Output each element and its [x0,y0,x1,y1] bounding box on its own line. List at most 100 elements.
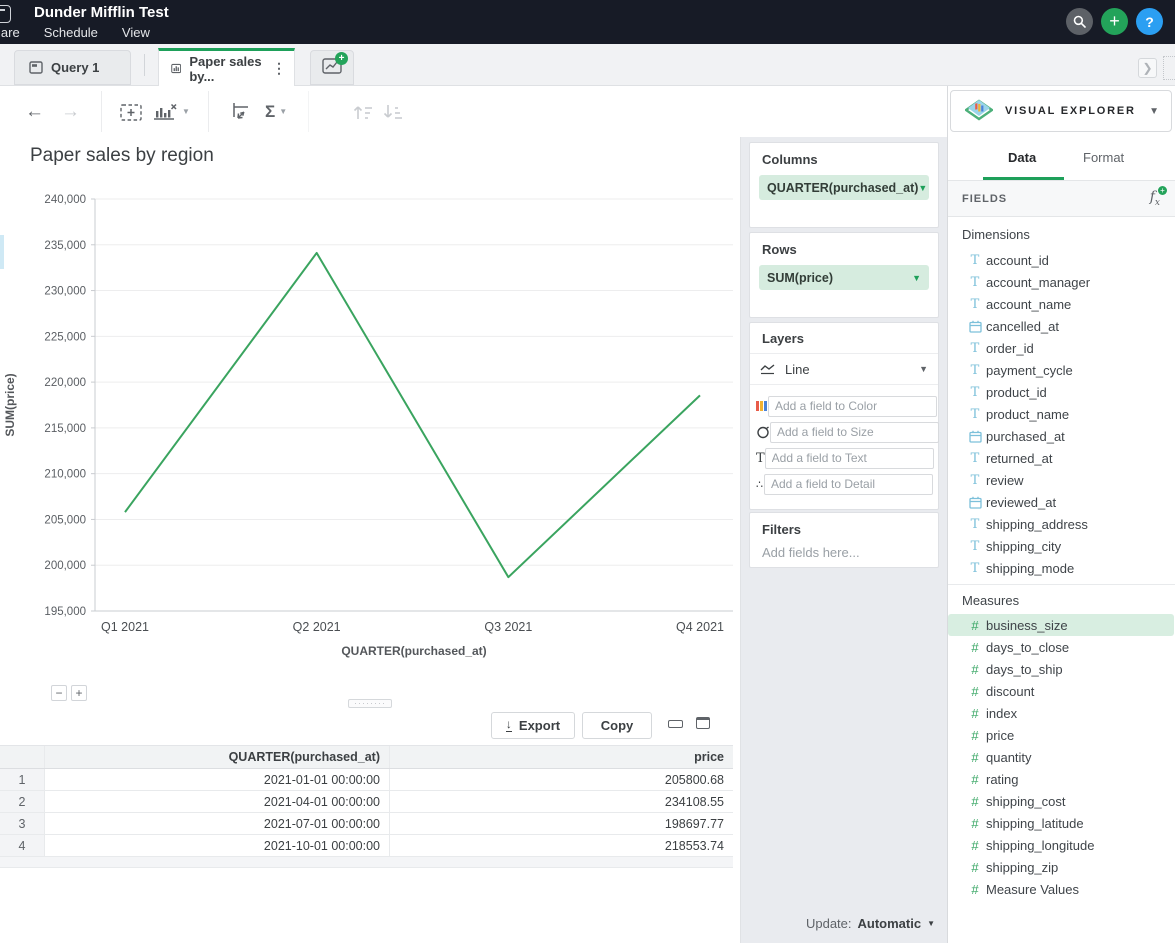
aggregate-sigma-icon[interactable]: Σ ▼ [265,86,287,137]
table-header-cell[interactable] [0,746,45,768]
number-field-icon: # [967,662,983,677]
filters-placeholder[interactable]: Add fields here... [750,537,938,560]
field-item-shipping_latitude[interactable]: #shipping_latitude [948,812,1175,834]
filters-title: Filters [750,513,938,537]
chevron-down-icon[interactable]: ▼ [927,919,935,928]
menu-item-view[interactable]: View [122,25,150,40]
size-icon [756,425,770,439]
table-cell: 205800.68 [390,769,733,790]
chevron-down-icon[interactable]: ▼ [918,183,927,193]
menu-item-share[interactable]: Share [0,25,20,40]
table-cell: 4 [0,835,45,856]
chevron-down-icon[interactable]: ▼ [1149,106,1159,117]
field-item-days_to_ship[interactable]: #days_to_ship [948,658,1175,680]
chevron-down-icon[interactable]: ▼ [912,273,921,283]
text-icon: T [756,451,765,466]
chart-icon [171,62,181,75]
sort-descending-icon[interactable] [382,86,404,137]
copy-button[interactable]: Copy [582,712,652,739]
mark-type-select[interactable]: Line ▼ [750,354,938,385]
date-field-icon [967,430,983,443]
swap-axes-icon[interactable] [228,86,252,137]
tab-data[interactable]: Data [1008,150,1036,165]
field-item-account_name[interactable]: Taccount_name [948,293,1175,315]
zoom-out-button[interactable]: − [51,685,67,701]
field-item-discount[interactable]: #discount [948,680,1175,702]
field-item-cancelled_at[interactable]: cancelled_at [948,315,1175,337]
svg-text:QUARTER(purchased_at): QUARTER(purchased_at) [341,644,486,658]
layer-field-input[interactable] [768,396,937,417]
field-item-business_size[interactable]: #business_size [948,614,1174,636]
field-item-review[interactable]: Treview [948,469,1175,491]
field-item-payment_cycle[interactable]: Tpayment_cycle [948,359,1175,381]
field-item-measure-values[interactable]: #Measure Values [948,878,1175,900]
remove-chart-icon[interactable]: ▼ [152,86,190,137]
update-mode-select[interactable]: Automatic [858,916,922,931]
zoom-in-button[interactable]: + [71,685,87,701]
line-chart[interactable]: 195,000200,000205,000210,000215,000220,0… [0,185,740,677]
menu-item-schedule[interactable]: Schedule [44,25,98,40]
field-item-shipping_mode[interactable]: Tshipping_mode [948,557,1175,579]
topbar-menu: Share Schedule View [0,25,150,40]
table-row[interactable]: 12021-01-01 00:00:00205800.68 [0,769,733,791]
layer-field-input[interactable] [770,422,939,443]
svg-text:Q4 2021: Q4 2021 [676,620,724,634]
back-arrow-icon[interactable]: ← [25,86,44,137]
results-table: QUARTER(purchased_at)price12021-01-01 00… [0,745,733,868]
forward-arrow-icon[interactable]: → [61,86,80,137]
field-item-shipping_address[interactable]: Tshipping_address [948,513,1175,535]
svg-text:235,000: 235,000 [44,240,86,252]
sort-ascending-icon[interactable] [352,86,374,137]
field-item-quantity[interactable]: #quantity [948,746,1175,768]
table-row[interactable]: 22021-04-01 00:00:00234108.55 [0,791,733,813]
update-control: Update: Automatic ▼ [806,916,935,931]
field-item-price[interactable]: #price [948,724,1175,746]
resize-drag-handle[interactable]: ········ [348,699,392,708]
field-item-index[interactable]: #index [948,702,1175,724]
field-item-shipping_city[interactable]: Tshipping_city [948,535,1175,557]
layer-field-input[interactable] [765,448,934,469]
panel-tabs: Data Format [948,140,1175,180]
columns-pill[interactable]: QUARTER(purchased_at) ▼ [759,175,929,200]
tab-paper-sales[interactable]: Paper sales by... ⋮ [158,48,295,86]
field-item-returned_at[interactable]: Treturned_at [948,447,1175,469]
maximize-table-icon[interactable] [696,717,710,729]
field-item-rating[interactable]: #rating [948,768,1175,790]
field-item-shipping_cost[interactable]: #shipping_cost [948,790,1175,812]
field-item-days_to_close[interactable]: #days_to_close [948,636,1175,658]
layer-field-input[interactable] [764,474,933,495]
chevron-down-icon[interactable]: ▼ [919,364,928,374]
table-row[interactable]: 32021-07-01 00:00:00198697.77 [0,813,733,835]
field-item-reviewed_at[interactable]: reviewed_at [948,491,1175,513]
tab-format[interactable]: Format [1083,150,1124,165]
tab-query-1[interactable]: Query 1 [14,50,131,85]
field-item-product_name[interactable]: Tproduct_name [948,403,1175,425]
add-frame-icon[interactable] [119,86,143,137]
create-calculated-field-icon[interactable]: fx+ [1150,189,1160,208]
tabbar: Query 1 Paper sales by... ⋮ + ❯ [0,44,1175,86]
rows-pill[interactable]: SUM(price) ▼ [759,265,929,290]
add-chart-tab-button[interactable]: + [310,50,354,85]
help-icon[interactable]: ? [1136,8,1163,35]
field-item-purchased_at[interactable]: purchased_at [948,425,1175,447]
table-header-cell[interactable]: QUARTER(purchased_at) [45,746,390,768]
field-item-account_manager[interactable]: Taccount_manager [948,271,1175,293]
field-item-account_id[interactable]: Taccount_id [948,249,1175,271]
visual-explorer-selector[interactable]: VISUAL EXPLORER ▼ [950,90,1172,132]
minimize-table-icon[interactable] [668,720,683,728]
topbar: Dunder Mifflin Test ShareScheduleView + … [0,0,1175,44]
field-item-product_id[interactable]: Tproduct_id [948,381,1175,403]
field-item-shipping_longitude[interactable]: #shipping_longitude [948,834,1175,856]
field-item-shipping_zip[interactable]: #shipping_zip [948,856,1175,878]
table-header-cell[interactable]: price [390,746,733,768]
search-icon[interactable] [1066,8,1093,35]
svg-text:200,000: 200,000 [44,560,86,572]
svg-text:210,000: 210,000 [44,469,86,481]
field-item-order_id[interactable]: Torder_id [948,337,1175,359]
table-row[interactable]: 42021-10-01 00:00:00218553.74 [0,835,733,857]
layer-field-row [756,393,930,419]
add-icon[interactable]: + [1101,8,1128,35]
export-button[interactable]: ↓ Export [491,712,575,739]
tab-menu-kebab-icon[interactable]: ⋮ [272,60,286,77]
tab-scroll-right-button[interactable]: ❯ [1138,58,1157,78]
